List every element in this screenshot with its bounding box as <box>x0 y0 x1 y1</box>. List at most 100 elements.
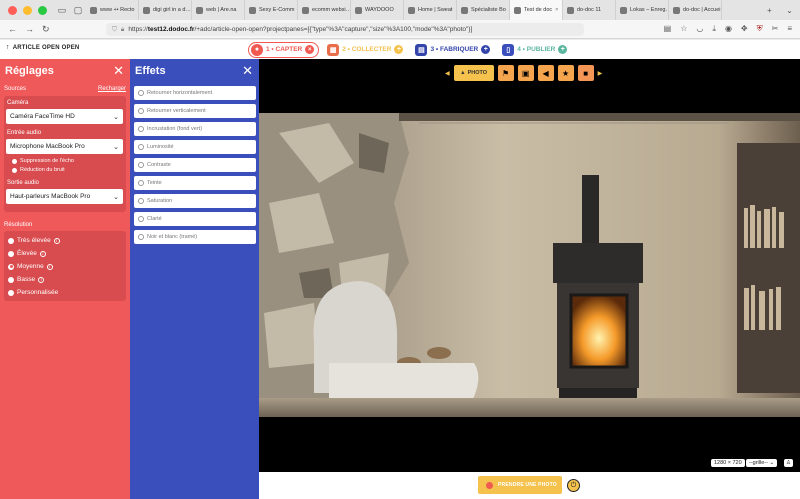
effect-checkbox[interactable] <box>138 144 144 150</box>
browser-tab[interactable]: Sexy E-Comm <box>245 0 298 20</box>
resolution-radio[interactable] <box>8 276 14 283</box>
forward-icon[interactable]: → <box>25 24 34 35</box>
resolution-radio[interactable] <box>8 289 14 296</box>
step-collecter[interactable]: ▦ 2 • COLLECTER + <box>325 42 407 58</box>
maximize-window-button[interactable] <box>38 5 47 15</box>
mode-next-icon[interactable]: ▶ <box>598 70 603 77</box>
browser-tab[interactable]: Home | Sweat <box>404 0 457 20</box>
info-icon[interactable]: i <box>38 276 45 283</box>
pocket-icon[interactable]: ◡ <box>696 24 703 34</box>
audio-out-select[interactable]: Haut-parleurs MacBook Pro ⌄ <box>6 189 123 204</box>
browser-tab[interactable]: do-doc | Accuei <box>669 0 722 20</box>
mode-audio[interactable]: ◀ <box>537 65 554 81</box>
mode-screen[interactable]: ■ <box>577 65 594 81</box>
browser-tab[interactable]: ecomm websi… <box>298 0 351 20</box>
download-icon[interactable]: ⤓ <box>712 24 716 34</box>
extensions-icon[interactable]: ✥ <box>741 24 748 34</box>
effect-checkbox[interactable] <box>138 90 144 96</box>
power-icon[interactable]: ⏻ <box>567 479 580 492</box>
resolution-radio[interactable] <box>8 237 14 244</box>
resolution-option[interactable]: Moyenne i <box>8 263 53 270</box>
resolution-readout[interactable]: 1280 × 720 <box>711 459 745 467</box>
bookmark-star-icon[interactable]: ☆ <box>680 24 687 34</box>
resolution-option[interactable]: Basse i <box>8 276 45 283</box>
browser-tab[interactable]: digi girl in a d… <box>139 0 192 20</box>
step-publier[interactable]: ▯ 4 • PUBLIER + <box>500 42 571 58</box>
reader-view-icon[interactable]: ▤ <box>664 24 672 34</box>
close-step-icon[interactable]: × <box>305 45 315 54</box>
ublock-icon[interactable]: ⛨ <box>757 24 763 34</box>
info-icon[interactable]: i <box>53 237 60 244</box>
minimize-window-button[interactable] <box>23 5 32 15</box>
browser-tab[interactable]: www +• Recto <box>86 0 139 20</box>
user-icon[interactable]: ♙ <box>784 459 793 467</box>
close-reglages-icon[interactable]: ✕ <box>113 63 124 79</box>
effect-checkbox[interactable] <box>138 108 144 114</box>
video-icon: ▣ <box>521 68 530 78</box>
step-capter[interactable]: ● 1 • CAPTER × <box>248 41 320 58</box>
resolution-option[interactable]: Personnalisée <box>8 289 58 296</box>
effect-checkbox[interactable] <box>138 162 144 168</box>
camera-preview <box>259 113 800 417</box>
echo-checkbox[interactable] <box>12 158 17 164</box>
sidebar-toggle-icon[interactable]: ▭ <box>54 5 70 16</box>
effect-item[interactable]: Retourner verticalement <box>134 104 256 118</box>
effect-item[interactable]: Incrustation (fond vert) <box>134 122 256 136</box>
info-icon[interactable]: i <box>46 263 53 270</box>
audio-in-select[interactable]: Microphone MacBook Pro ⌄ <box>6 139 123 154</box>
take-photo-button[interactable]: PRENDRE UNE PHOTO <box>478 476 562 494</box>
back-icon[interactable]: ← <box>8 24 17 35</box>
effect-checkbox[interactable] <box>138 126 144 132</box>
effect-checkbox[interactable] <box>138 198 144 204</box>
new-tab-icon[interactable]: + <box>767 6 772 15</box>
effect-checkbox[interactable] <box>138 234 144 240</box>
resolution-radio[interactable] <box>8 250 14 257</box>
tab-list-chevron-icon[interactable]: ⌄ <box>786 6 793 15</box>
noise-toggle[interactable]: Réduction du bruit <box>12 167 65 173</box>
browser-tab[interactable]: do-doc 11 <box>563 0 616 20</box>
close-tab-icon[interactable]: × <box>555 7 558 13</box>
url-bar[interactable]: ⛉ 🔒︎ https://test12.dodoc.fr/+adc/articl… <box>106 23 584 36</box>
resolution-option[interactable]: Très élevée i <box>8 237 60 244</box>
effect-item[interactable]: Saturation <box>134 194 256 208</box>
browser-tab[interactable]: Spécialiste Bo <box>457 0 510 20</box>
browser-tab[interactable]: web | Are.na <box>192 0 245 20</box>
sources-label: Sources <box>4 86 27 92</box>
effect-item[interactable]: Contraste <box>134 158 256 172</box>
mode-photo[interactable]: ▲ PHOTO <box>453 65 494 81</box>
resolution-radio[interactable] <box>8 263 14 270</box>
article-back-link[interactable]: ↑ ARTICLE OPEN OPEN <box>6 44 79 51</box>
mode-video[interactable]: ▣ <box>517 65 534 81</box>
info-icon[interactable]: i <box>39 250 46 257</box>
grid-select[interactable]: --grille-- ⌄ <box>746 459 778 467</box>
reload-icon[interactable]: ↻ <box>42 24 50 35</box>
close-effets-icon[interactable]: ✕ <box>242 63 253 79</box>
effect-checkbox[interactable] <box>138 216 144 222</box>
mode-stopmotion[interactable]: ⚑ <box>497 65 514 81</box>
reload-sources-link[interactable]: Recharger <box>98 86 126 92</box>
camera-select[interactable]: Caméra FaceTime HD ⌄ <box>6 109 123 124</box>
echo-toggle[interactable]: Suppression de l'écho <box>12 158 74 164</box>
effect-item[interactable]: Teinte <box>134 176 256 190</box>
step-fabriquer[interactable]: ▤ 3 • FABRIQUER + <box>413 42 494 58</box>
noise-checkbox[interactable] <box>12 167 17 173</box>
account-icon[interactable]: ◉ <box>725 24 732 34</box>
menu-icon[interactable]: ≡ <box>787 24 792 34</box>
mode-prev-icon[interactable]: ◀ <box>445 70 450 77</box>
screenshot-icon[interactable]: ✂ <box>772 24 779 34</box>
effect-item[interactable]: Luminosité <box>134 140 256 154</box>
tab-overview-icon[interactable]: ▢ <box>70 5 86 16</box>
effect-item[interactable]: Noir et blanc (tramé) <box>134 230 256 244</box>
browser-tab[interactable]: Test de doc × <box>510 0 563 20</box>
resolution-option[interactable]: Élevée i <box>8 250 46 257</box>
mode-vecto[interactable]: ★ <box>557 65 574 81</box>
browser-tab[interactable]: Lokas – Enreg… <box>616 0 669 20</box>
add-collecter-icon[interactable]: + <box>394 45 404 54</box>
effect-checkbox[interactable] <box>138 180 144 186</box>
effect-item[interactable]: Clarté <box>134 212 256 226</box>
add-publier-icon[interactable]: + <box>558 45 568 54</box>
add-fabriquer-icon[interactable]: + <box>481 45 491 54</box>
browser-tab[interactable]: WAYDOOO <box>351 0 404 20</box>
close-window-button[interactable] <box>8 5 17 15</box>
effect-item[interactable]: Retourner horizontalement <box>134 86 256 100</box>
